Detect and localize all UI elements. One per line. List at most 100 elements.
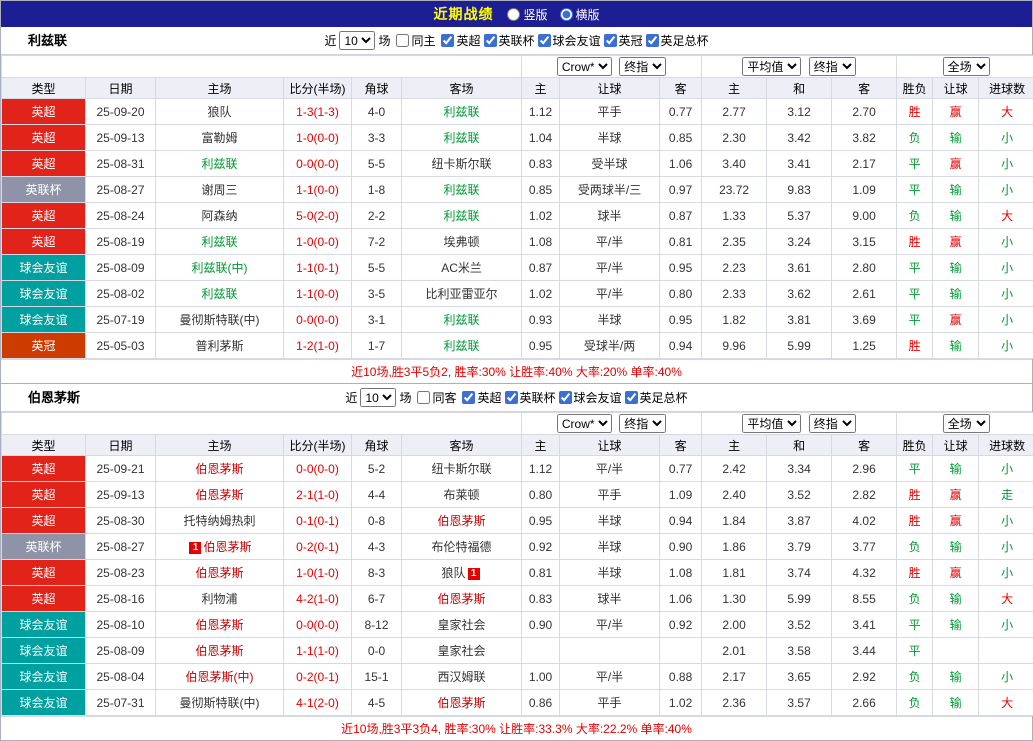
league-filter-checkbox[interactable]: 球会友谊 <box>559 389 622 406</box>
score-link[interactable]: 0-1(0-1) <box>296 514 339 528</box>
home-team-name[interactable]: 狼队 <box>207 105 231 119</box>
away-team-name[interactable]: 利兹联 <box>444 105 480 119</box>
odds-time-select[interactable]: 终指 <box>619 414 666 433</box>
away-team-name[interactable]: 纽卡斯尔联 <box>432 157 492 171</box>
score-link[interactable]: 1-1(0-1) <box>296 261 339 275</box>
league-filter-checkbox[interactable]: 英联杯 <box>484 32 535 49</box>
view-mode-radio[interactable] <box>507 8 520 21</box>
home-team-name[interactable]: 伯恩茅斯 <box>195 644 243 658</box>
score-link[interactable]: 1-1(0-0) <box>296 287 339 301</box>
home-team-name[interactable]: 曼彻斯特联(中) <box>180 313 260 327</box>
league-filter-checkbox-input[interactable] <box>484 34 497 47</box>
same-venue-checkbox[interactable]: 同主 <box>396 32 435 49</box>
score-link[interactable]: 0-0(0-0) <box>296 157 339 171</box>
away-team-name[interactable]: 狼队 <box>442 566 466 580</box>
away-team-name[interactable]: 利兹联 <box>444 313 480 327</box>
odds-company-select[interactable]: Crow* <box>557 57 612 76</box>
home-team-name[interactable]: 普利茅斯 <box>195 339 243 353</box>
score-link[interactable]: 1-0(0-0) <box>296 131 339 145</box>
same-venue-checkbox-input[interactable] <box>417 391 430 404</box>
away-team-name[interactable]: 皇家社会 <box>438 618 486 632</box>
league-filter-checkbox[interactable]: 英超 <box>441 32 480 49</box>
home-team-name[interactable]: 伯恩茅斯 <box>195 462 243 476</box>
away-team-name[interactable]: 伯恩茅斯 <box>438 592 486 606</box>
average-time-select[interactable]: 终指 <box>809 57 856 76</box>
score-link[interactable]: 1-2(1-0) <box>296 339 339 353</box>
score-link[interactable]: 0-2(0-1) <box>296 540 339 554</box>
score-link[interactable]: 0-0(0-0) <box>296 313 339 327</box>
away-team-name[interactable]: 布伦特福德 <box>432 540 492 554</box>
league-filter-checkbox[interactable]: 球会友谊 <box>538 32 601 49</box>
league-filter-checkbox-input[interactable] <box>538 34 551 47</box>
league-filter-checkbox-input[interactable] <box>441 34 454 47</box>
average-select[interactable]: 平均值 <box>742 57 801 76</box>
home-team-name[interactable]: 伯恩茅斯 <box>195 566 243 580</box>
score-link[interactable]: 0-2(0-1) <box>296 670 339 684</box>
home-team-name[interactable]: 托特纳姆热刺 <box>183 514 255 528</box>
away-team-name[interactable]: 伯恩茅斯 <box>438 696 486 710</box>
home-team-name[interactable]: 伯恩茅斯(中) <box>186 670 254 684</box>
score-link[interactable]: 1-3(1-3) <box>296 105 339 119</box>
view-mode-option[interactable]: 竖版 <box>507 6 547 23</box>
league-filter-checkbox-input[interactable] <box>604 34 617 47</box>
league-filter-checkbox-input[interactable] <box>462 391 475 404</box>
score-link[interactable]: 1-0(1-0) <box>296 566 339 580</box>
games-count-select[interactable]: 10 <box>360 388 396 407</box>
home-team-name[interactable]: 伯恩茅斯 <box>195 618 243 632</box>
away-team-name[interactable]: 比利亚雷亚尔 <box>426 287 498 301</box>
home-team-name[interactable]: 利兹联 <box>201 287 237 301</box>
league-filter-checkbox[interactable]: 英联杯 <box>505 389 556 406</box>
league-filter-checkbox-input[interactable] <box>505 391 518 404</box>
score-link[interactable]: 1-0(0-0) <box>296 235 339 249</box>
league-filter-checkbox-input[interactable] <box>646 34 659 47</box>
home-team-name[interactable]: 曼彻斯特联(中) <box>180 696 260 710</box>
home-team-name[interactable]: 伯恩茅斯 <box>203 540 251 554</box>
away-team-name[interactable]: 纽卡斯尔联 <box>432 462 492 476</box>
league-filter-label: 球会友谊 <box>574 389 622 406</box>
average-time-select[interactable]: 终指 <box>809 414 856 433</box>
away-team-name[interactable]: 伯恩茅斯 <box>438 514 486 528</box>
score-link[interactable]: 5-0(2-0) <box>296 209 339 223</box>
away-team-name[interactable]: 利兹联 <box>444 131 480 145</box>
odds-time-select[interactable]: 终指 <box>619 57 666 76</box>
away-team-name[interactable]: 利兹联 <box>444 339 480 353</box>
away-team-name[interactable]: 皇家社会 <box>438 644 486 658</box>
score-link[interactable]: 4-2(1-0) <box>296 592 339 606</box>
league-filter-checkbox[interactable]: 英冠 <box>604 32 643 49</box>
league-filter-checkbox-input[interactable] <box>625 391 638 404</box>
away-team-name[interactable]: 埃弗顿 <box>444 235 480 249</box>
away-team-name[interactable]: 布莱顿 <box>444 488 480 502</box>
home-team-name[interactable]: 利兹联 <box>201 235 237 249</box>
home-team-name[interactable]: 谢周三 <box>201 183 237 197</box>
average-select[interactable]: 平均值 <box>742 414 801 433</box>
home-team-name[interactable]: 利物浦 <box>201 592 237 606</box>
home-team-name[interactable]: 富勒姆 <box>201 131 237 145</box>
league-filter-checkbox-input[interactable] <box>559 391 572 404</box>
games-count-select[interactable]: 10 <box>339 31 375 50</box>
score-link[interactable]: 0-0(0-0) <box>296 618 339 632</box>
home-team-name[interactable]: 阿森纳 <box>201 209 237 223</box>
league-filter-checkbox[interactable]: 英足总杯 <box>646 32 709 49</box>
scope-select[interactable]: 全场 <box>943 414 990 433</box>
away-team-name[interactable]: AC米兰 <box>441 261 482 275</box>
home-team-name[interactable]: 利兹联(中) <box>192 261 248 275</box>
view-mode-radio[interactable] <box>560 8 573 21</box>
away-team-name[interactable]: 利兹联 <box>444 183 480 197</box>
score-link[interactable]: 1-1(1-0) <box>296 644 339 658</box>
cell-odds-home: 0.80 <box>522 482 560 508</box>
score-link[interactable]: 1-1(0-0) <box>296 183 339 197</box>
same-venue-checkbox-input[interactable] <box>396 34 409 47</box>
away-team-name[interactable]: 西汉姆联 <box>438 670 486 684</box>
score-link[interactable]: 4-1(2-0) <box>296 696 339 710</box>
same-venue-checkbox[interactable]: 同客 <box>417 389 456 406</box>
home-team-name[interactable]: 利兹联 <box>201 157 237 171</box>
score-link[interactable]: 2-1(1-0) <box>296 488 339 502</box>
score-link[interactable]: 0-0(0-0) <box>296 462 339 476</box>
league-filter-checkbox[interactable]: 英足总杯 <box>625 389 688 406</box>
home-team-name[interactable]: 伯恩茅斯 <box>195 488 243 502</box>
view-mode-option[interactable]: 横版 <box>560 6 600 23</box>
away-team-name[interactable]: 利兹联 <box>444 209 480 223</box>
scope-select[interactable]: 全场 <box>943 57 990 76</box>
league-filter-checkbox[interactable]: 英超 <box>462 389 501 406</box>
odds-company-select[interactable]: Crow* <box>557 414 612 433</box>
